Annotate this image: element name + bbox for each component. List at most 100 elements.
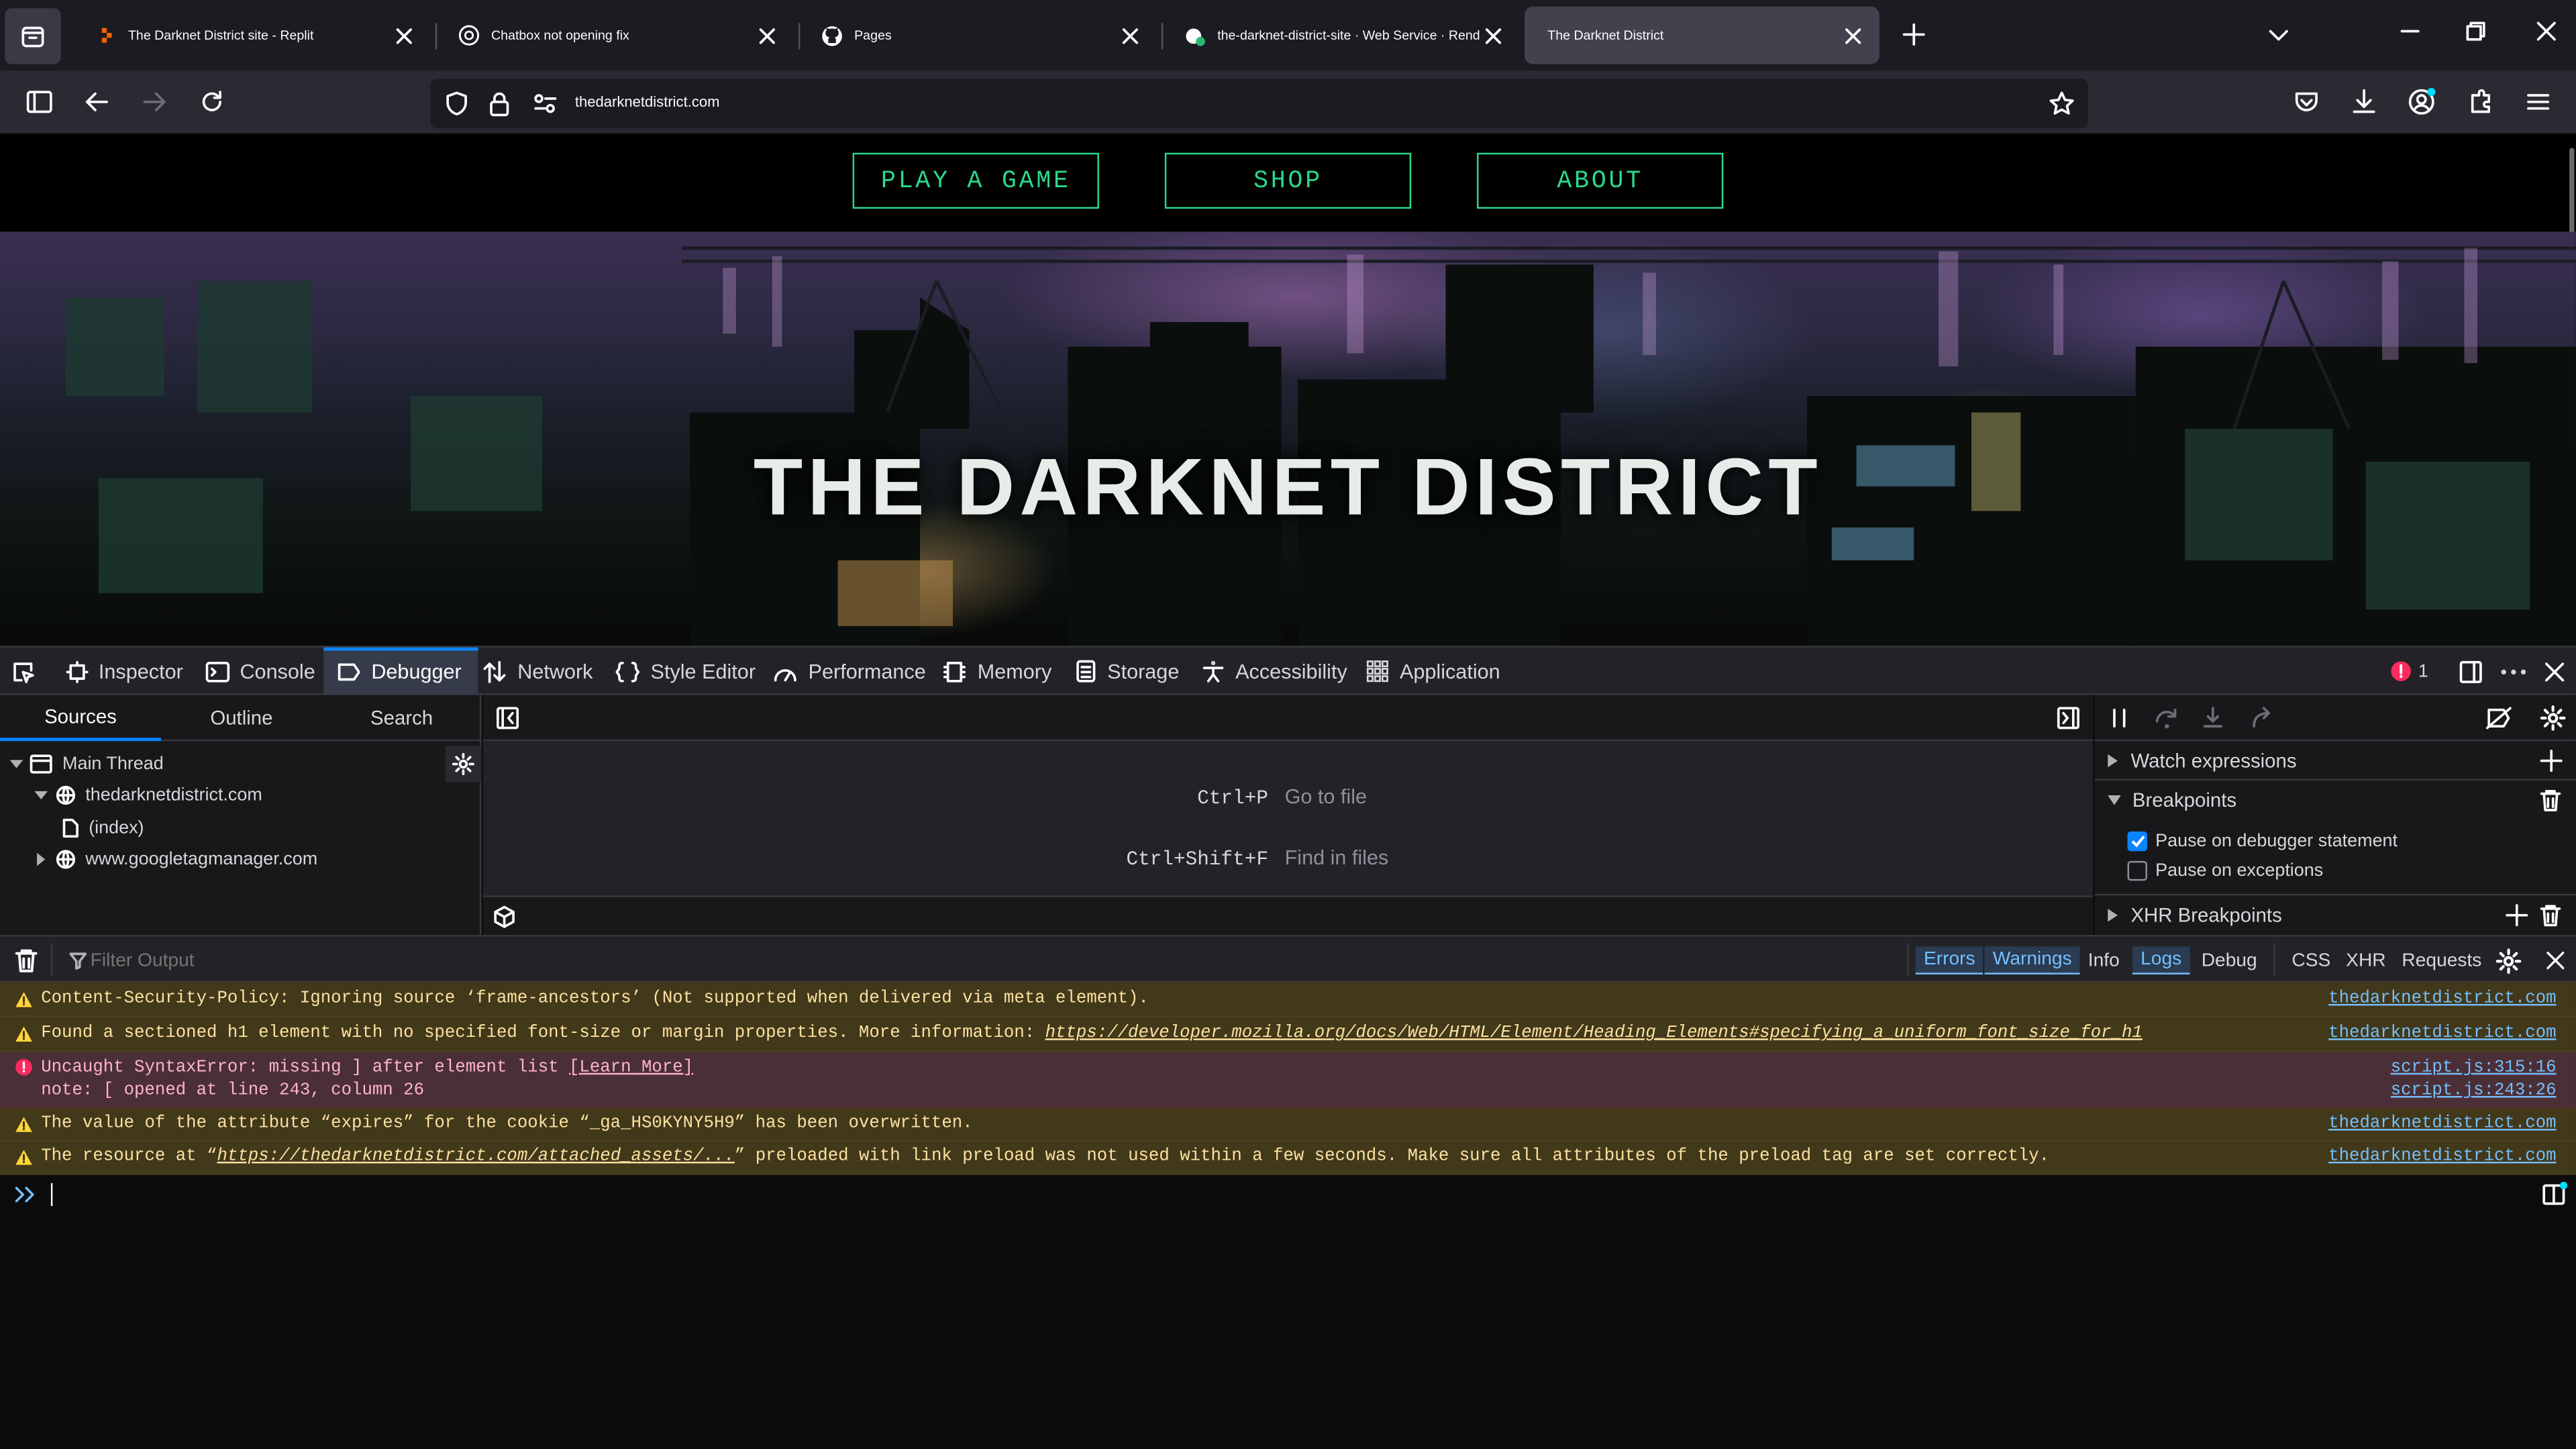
dock-toggle-button[interactable]: [2458, 648, 2494, 695]
pocket-button[interactable]: [2291, 87, 2321, 117]
filter-xhr[interactable]: XHR: [2338, 946, 2394, 975]
element-picker-button[interactable]: [10, 648, 46, 695]
gear-icon[interactable]: [2540, 705, 2566, 731]
message-source-link[interactable]: script.js:315:16: [2391, 1058, 2557, 1078]
forward-button[interactable]: [140, 87, 169, 117]
tab-inspector[interactable]: Inspector: [66, 648, 193, 695]
source-map-icon[interactable]: [493, 905, 515, 928]
message-source-link[interactable]: thedarknetdistrict.com: [2328, 1114, 2556, 1134]
xhr-breakpoints-header[interactable]: XHR Breakpoints: [2094, 893, 2576, 934]
tab-manager-button[interactable]: [5, 8, 61, 64]
tab-search[interactable]: Search: [322, 695, 481, 742]
close-split-console-icon[interactable]: [2544, 950, 2566, 971]
back-button[interactable]: [82, 87, 111, 117]
message-source-link[interactable]: script.js:243:26: [2391, 1081, 2557, 1101]
console-input-area[interactable]: [0, 1175, 2576, 1449]
close-window-button[interactable]: [2535, 19, 2558, 42]
pause-on-debugger-option[interactable]: Pause on debugger statement: [2127, 831, 2398, 852]
message-source-link[interactable]: thedarknetdistrict.com: [2328, 989, 2556, 1009]
collapse-sources-pane-icon[interactable]: [496, 707, 519, 730]
filter-debug[interactable]: Debug: [2193, 946, 2265, 975]
plus-icon[interactable]: [2506, 904, 2528, 927]
devtools-menu-button[interactable]: [2499, 648, 2538, 695]
account-button[interactable]: [2407, 87, 2436, 117]
filter-warnings[interactable]: Warnings: [1984, 946, 2080, 975]
editor-mode-toggle-icon[interactable]: [2542, 1181, 2568, 1207]
tab-storage[interactable]: Storage: [1074, 648, 1189, 695]
site-permissions-icon[interactable]: [532, 92, 558, 115]
trash-icon[interactable]: [2540, 789, 2561, 811]
error-count-badge[interactable]: 1: [2390, 648, 2428, 695]
extensions-button[interactable]: [2466, 87, 2495, 117]
about-link[interactable]: ABOUT: [1477, 152, 1724, 209]
downloads-button[interactable]: [2349, 87, 2379, 117]
tab-accessibility[interactable]: Accessibility: [1201, 648, 1357, 695]
shop-link[interactable]: SHOP: [1164, 152, 1412, 209]
step-out-icon[interactable]: [2251, 707, 2273, 730]
trash-icon[interactable]: [2540, 904, 2561, 927]
tab-outline[interactable]: Outline: [161, 695, 322, 742]
gear-icon[interactable]: [2495, 948, 2522, 975]
lock-icon[interactable]: [488, 91, 511, 117]
tab-replit[interactable]: The Darknet District site - Replit: [72, 7, 431, 64]
tree-domain-darknet[interactable]: thedarknetdistrict.com: [34, 781, 262, 810]
tab-debugger[interactable]: Debugger: [323, 647, 478, 695]
sources-settings-button[interactable]: [445, 746, 482, 783]
restore-button[interactable]: [2464, 19, 2487, 42]
filter-info[interactable]: Info: [2080, 946, 2128, 975]
tab-darknet-district[interactable]: The Darknet District: [1525, 6, 1879, 64]
reload-button[interactable]: [197, 87, 227, 117]
step-over-icon[interactable]: [2154, 707, 2180, 730]
play-a-game-link[interactable]: PLAY A GAME: [852, 152, 1099, 209]
tree-file-index[interactable]: (index): [62, 813, 144, 843]
bookmark-star-icon[interactable]: [2049, 91, 2075, 117]
message-source-link[interactable]: thedarknetdistrict.com: [2328, 1147, 2556, 1166]
message-doc-link[interactable]: https://developer.mozilla.org/docs/Web/H…: [1045, 1023, 2143, 1043]
tab-network[interactable]: Network: [481, 648, 603, 695]
close-tab-icon[interactable]: [1840, 22, 1866, 48]
minimize-button[interactable]: [2399, 19, 2422, 42]
step-in-icon[interactable]: [2202, 707, 2224, 730]
close-devtools-button[interactable]: [2543, 648, 2576, 695]
message-source-link[interactable]: thedarknetdistrict.com: [2328, 1023, 2556, 1043]
plus-icon[interactable]: [2540, 749, 2563, 772]
app-menu-button[interactable]: [2524, 87, 2553, 117]
tree-domain-gtm[interactable]: www.googletagmanager.com: [34, 844, 317, 874]
url-bar[interactable]: thedarknetdistrict.com: [430, 79, 2088, 128]
sidebar-toggle-button[interactable]: [25, 87, 54, 117]
new-tab-button[interactable]: [1899, 19, 1928, 49]
console-filter-input[interactable]: [90, 944, 912, 977]
tab-github-pages[interactable]: Pages: [798, 7, 1157, 64]
filter-errors[interactable]: Errors: [1915, 946, 1983, 975]
list-all-tabs-button[interactable]: [2265, 21, 2291, 48]
tab-application[interactable]: Application: [1366, 648, 1510, 695]
filter-css[interactable]: CSS: [2283, 946, 2338, 975]
resource-link[interactable]: https://thedarknetdistrict.com/attached_…: [217, 1147, 734, 1166]
close-tab-icon[interactable]: [1480, 22, 1506, 48]
close-tab-icon[interactable]: [391, 22, 417, 48]
tab-chatgpt[interactable]: Chatbox not opening fix: [435, 7, 794, 64]
learn-more-link[interactable]: [Learn More]: [569, 1058, 693, 1078]
filter-requests[interactable]: Requests: [2393, 946, 2489, 975]
watch-expressions-header[interactable]: Watch expressions: [2094, 741, 2576, 781]
checkbox-checked[interactable]: [2127, 831, 2147, 852]
close-tab-icon[interactable]: [1117, 22, 1143, 48]
pause-icon[interactable]: [2108, 707, 2130, 730]
url-text[interactable]: thedarknetdistrict.com: [575, 94, 720, 110]
deactivate-breakpoints-icon[interactable]: [2485, 707, 2512, 730]
tab-console[interactable]: Console: [205, 648, 325, 695]
tab-style-editor[interactable]: Style Editor: [615, 648, 766, 695]
breakpoints-header[interactable]: Breakpoints: [2095, 781, 2576, 820]
filter-logs[interactable]: Logs: [2132, 946, 2190, 975]
tab-render[interactable]: the-darknet-district-site · Web Service …: [1162, 7, 1520, 64]
checkbox-unchecked[interactable]: [2127, 860, 2147, 881]
tab-performance[interactable]: Performance: [772, 648, 936, 695]
close-tab-icon[interactable]: [754, 22, 780, 48]
pause-on-exceptions-option[interactable]: Pause on exceptions: [2127, 860, 2323, 881]
tab-sources[interactable]: Sources: [0, 695, 161, 742]
tracking-protection-shield-icon[interactable]: [444, 91, 470, 117]
collapse-side-panel-icon[interactable]: [2057, 707, 2079, 730]
tree-main-thread[interactable]: Main Thread: [9, 749, 164, 779]
tab-memory[interactable]: Memory: [941, 648, 1062, 695]
trash-icon[interactable]: [15, 948, 38, 973]
